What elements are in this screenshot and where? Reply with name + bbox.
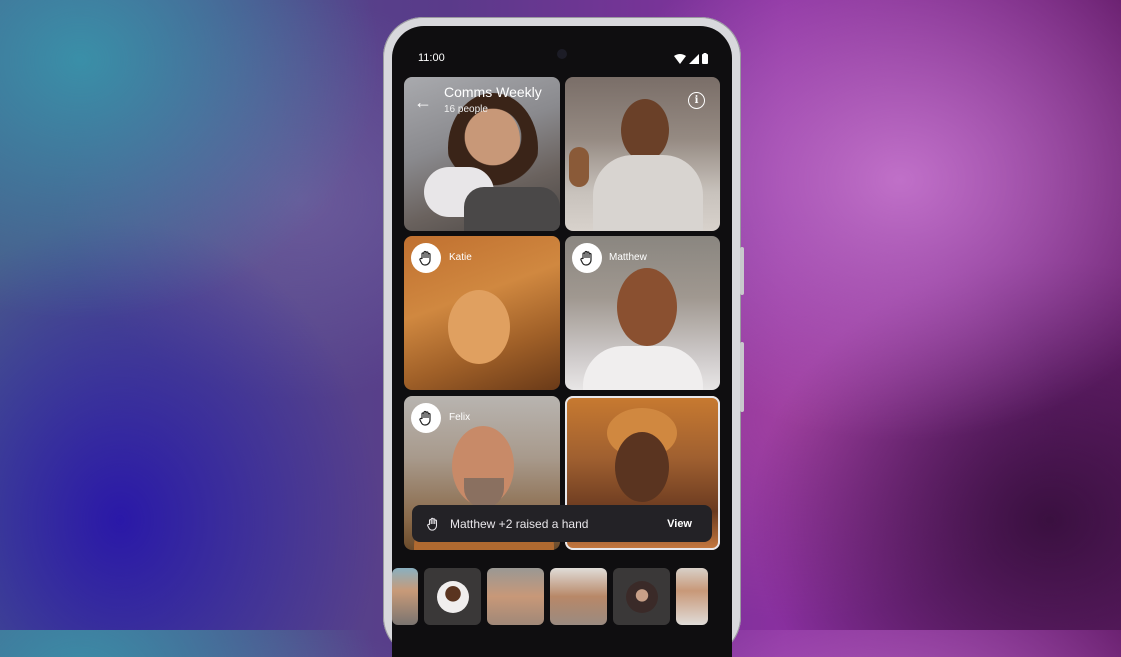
status-icons <box>674 53 708 64</box>
participant-name: Felix <box>449 412 471 423</box>
participant-name: Matthew <box>609 252 647 263</box>
participant-filmstrip[interactable] <box>392 568 732 628</box>
volume-button <box>740 342 744 412</box>
front-camera <box>557 49 567 59</box>
raised-hand-icon <box>580 250 592 266</box>
filmstrip-thumb[interactable] <box>487 568 544 625</box>
call-title: Comms Weekly <box>444 84 542 100</box>
phone-screen: 11:00 ← Comms Weekly 16 people i Katie M… <box>392 26 732 657</box>
participant-video <box>621 99 669 161</box>
filmstrip-thumb[interactable] <box>424 568 481 625</box>
filmstrip-thumb[interactable] <box>676 568 708 625</box>
toast-message: Matthew +2 raised a hand <box>450 516 589 531</box>
filmstrip-thumb[interactable] <box>613 568 670 625</box>
participant-video <box>617 268 677 346</box>
waving-hand <box>569 147 589 187</box>
avatar <box>436 580 469 613</box>
raised-hand-badge <box>572 243 602 273</box>
raised-hand-icon <box>419 410 431 426</box>
sweater <box>593 155 703 231</box>
raised-hand-icon <box>427 517 438 531</box>
raised-hand-badge <box>411 403 441 433</box>
back-button[interactable]: ← <box>414 92 432 113</box>
beard <box>464 478 504 508</box>
signal-icon <box>689 53 699 64</box>
power-button <box>740 247 744 295</box>
phone-frame: 11:00 ← Comms Weekly 16 people i Katie M… <box>383 17 744 657</box>
participant-name: Katie <box>449 252 472 263</box>
shirt <box>583 346 703 390</box>
info-icon[interactable]: i <box>688 92 705 109</box>
wifi-icon <box>674 53 686 64</box>
participant-video <box>448 290 510 364</box>
raised-hand-badge <box>411 243 441 273</box>
sweater <box>464 187 560 231</box>
filmstrip-thumb[interactable] <box>392 568 418 625</box>
filmstrip-thumb[interactable] <box>550 568 607 625</box>
avatar <box>625 580 658 613</box>
raised-hand-toast: Matthew +2 raised a hand View <box>412 505 712 542</box>
participant-video <box>615 432 669 502</box>
view-button[interactable]: View <box>667 518 692 530</box>
participant-count: 16 people <box>444 104 488 115</box>
raised-hand-icon <box>419 250 431 266</box>
status-time: 11:00 <box>418 52 445 64</box>
battery-icon <box>702 53 708 64</box>
